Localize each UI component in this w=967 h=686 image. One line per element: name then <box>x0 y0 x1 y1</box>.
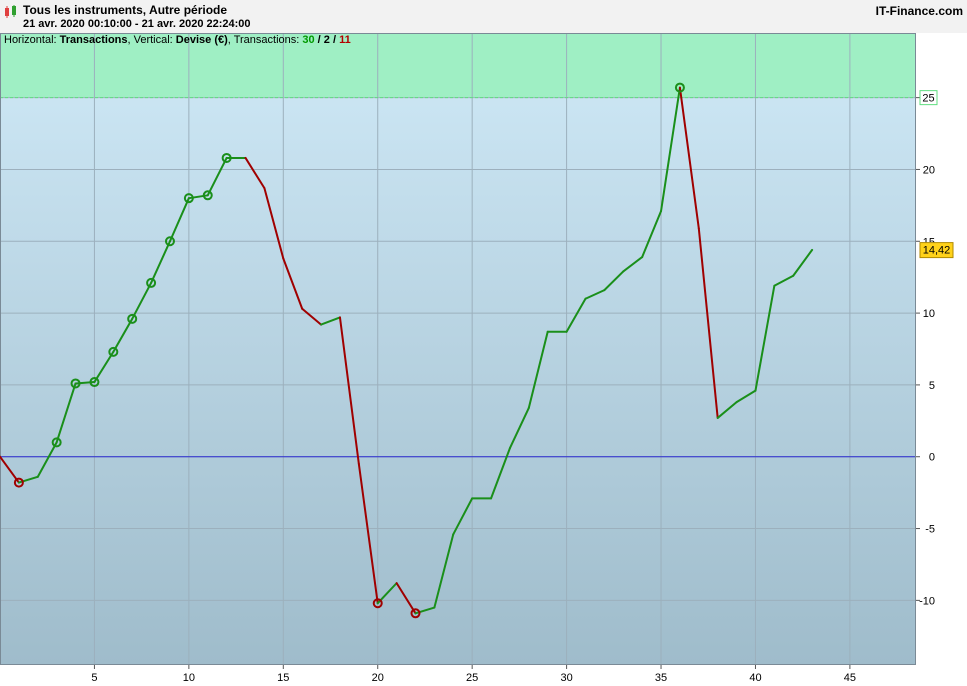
y-tick-label: 0 <box>929 452 935 464</box>
y-axis: 2520151050-5-10 <box>916 90 938 607</box>
x-tick-label: 25 <box>466 672 478 684</box>
vertical-value: Devise (€) <box>175 34 228 46</box>
separator: / <box>329 34 340 46</box>
x-tick-label: 10 <box>183 672 195 684</box>
y-tick-label: -10 <box>919 595 935 607</box>
x-tick-label: 5 <box>91 672 97 684</box>
x-tick-label: 30 <box>560 672 572 684</box>
y-tick-label: 20 <box>923 164 935 176</box>
x-tick-label: 40 <box>749 672 761 684</box>
transactions-label: , Transactions: <box>227 34 303 46</box>
x-tick-label: 15 <box>277 672 289 684</box>
separator: / <box>314 34 324 46</box>
last-value-badge: 14,42 <box>919 242 954 259</box>
losses-count: 11 <box>339 34 351 46</box>
equity-chart[interactable]: 25 20 15 10 5 0 -5 -10 5 10 15 20 25 30 35 40 45 14,42 <box>0 0 967 686</box>
wins-count: 30 <box>302 34 315 46</box>
y-tick-label: 10 <box>923 308 935 320</box>
horizontal-label: Horizontal: <box>4 34 60 46</box>
x-tick-label: 45 <box>844 672 856 684</box>
info-bar: Horizontal: Transactions, Vertical: Devi… <box>4 34 351 46</box>
y-tick-label: 5 <box>929 380 935 392</box>
last-value-label: 14,42 <box>923 245 951 257</box>
y-tick-label: -5 <box>925 524 935 536</box>
plot-background <box>0 33 916 665</box>
x-tick-label: 20 <box>372 672 384 684</box>
x-tick-label: 35 <box>655 672 667 684</box>
vertical-label: , Vertical: <box>127 34 176 46</box>
x-axis: 5 10 15 20 25 30 35 40 45 <box>91 665 856 684</box>
y-tick-label: 25 <box>922 93 934 105</box>
horizontal-value: Transactions <box>59 34 128 46</box>
